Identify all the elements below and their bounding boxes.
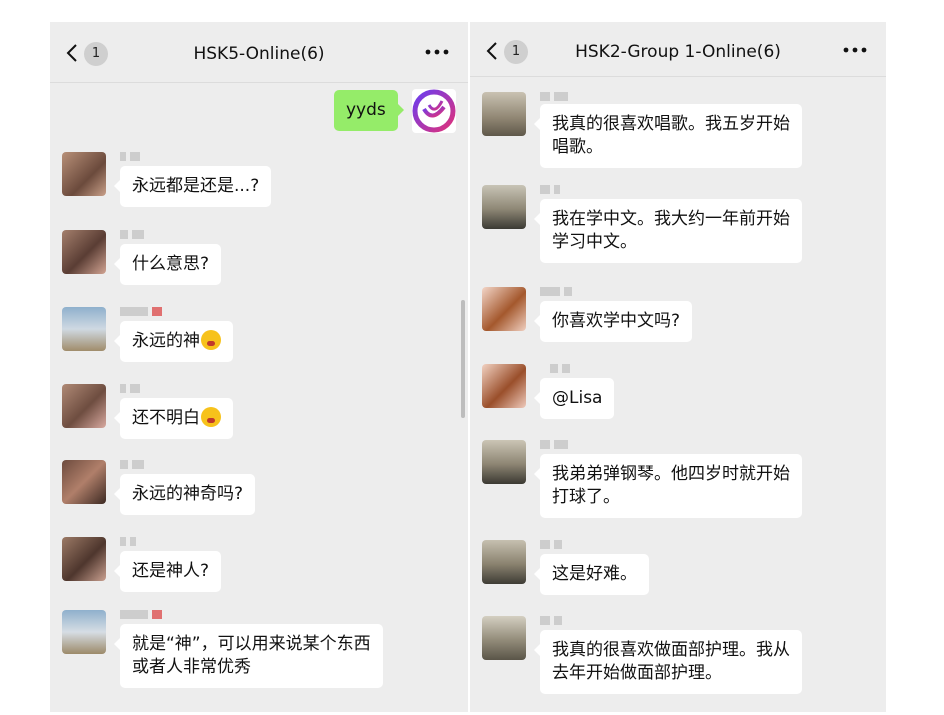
message-bubble[interactable]: 我弟弟弹钢琴。他四岁时就开始 打球了。 xyxy=(534,454,802,518)
avatar-photo[interactable] xyxy=(62,610,106,654)
message-bubble[interactable]: 永远都是还是...? xyxy=(113,166,272,207)
chat-panel-right: 1 HSK2-Group 1-Online(6) 我真的很喜欢唱歌。我五岁开始 … xyxy=(470,22,886,712)
message-text: @Lisa xyxy=(552,388,603,408)
message-text: yyds xyxy=(346,100,386,120)
message-bubble[interactable]: 还不明白 xyxy=(114,398,233,439)
back-chevron-icon xyxy=(486,42,497,60)
sender-name xyxy=(120,537,164,546)
avatar-photo[interactable] xyxy=(482,92,526,136)
chat-title: HSK5-Online(6) xyxy=(193,44,325,64)
avatar-photo[interactable] xyxy=(62,307,106,351)
more-options-icon[interactable] xyxy=(424,42,450,62)
message-text: 永远的神奇吗? xyxy=(132,484,244,504)
message-bubble[interactable]: 我真的很喜欢做面部护理。我从 去年开始做面部护理。 xyxy=(534,630,802,694)
message-bubble[interactable]: 什么意思? xyxy=(113,244,222,285)
message-bubble[interactable]: 永远的神 xyxy=(114,321,233,362)
more-options-icon[interactable] xyxy=(842,40,868,60)
message-text: 我真的很喜欢唱歌。我五岁开始 唱歌。 xyxy=(552,114,790,157)
outgoing-message-bubble[interactable]: yyds xyxy=(334,90,404,131)
message-text: 还是神人? xyxy=(132,561,210,581)
avatar-photo[interactable] xyxy=(62,460,106,504)
sender-name xyxy=(120,307,164,316)
scrollbar[interactable] xyxy=(461,300,465,418)
sender-name xyxy=(120,230,164,239)
sender-name xyxy=(120,610,164,619)
sender-name xyxy=(540,92,584,101)
avatar-photo[interactable] xyxy=(482,616,526,660)
unread-badge: 1 xyxy=(504,40,528,64)
chat-header: 1 HSK5-Online(6) xyxy=(50,22,468,83)
message-bubble[interactable]: 这是好难。 xyxy=(534,554,649,595)
avatar-photo[interactable] xyxy=(482,364,526,408)
message-text: 我真的很喜欢做面部护理。我从 去年开始做面部护理。 xyxy=(552,640,790,683)
message-text: 就是“神”，可以用来说某个东西 或者人非常优秀 xyxy=(132,634,371,677)
surprised-face-emoji xyxy=(201,330,221,350)
message-bubble[interactable]: @Lisa xyxy=(533,378,615,419)
message-text: 你喜欢学中文吗? xyxy=(552,311,681,331)
sender-name xyxy=(540,540,584,549)
sender-name xyxy=(120,152,164,161)
avatar-photo[interactable] xyxy=(62,384,106,428)
back-button[interactable]: 1 xyxy=(62,40,110,68)
message-text: 永远都是还是...? xyxy=(132,176,260,196)
message-text: 这是好难。 xyxy=(552,564,637,584)
avatar-photo[interactable] xyxy=(62,230,106,274)
gradient-logo-avatar[interactable] xyxy=(412,89,456,133)
avatar-photo[interactable] xyxy=(62,537,106,581)
message-text: 我弟弟弹钢琴。他四岁时就开始 打球了。 xyxy=(552,464,790,507)
message-text: 永远的神 xyxy=(132,331,200,351)
sender-name xyxy=(120,384,164,393)
sender-name xyxy=(540,616,584,625)
back-chevron-icon xyxy=(66,44,77,62)
message-bubble[interactable]: 还是神人? xyxy=(113,551,222,592)
sender-name xyxy=(540,185,584,194)
back-button[interactable]: 1 xyxy=(482,38,530,66)
chat-title: HSK2-Group 1-Online(6) xyxy=(575,42,781,62)
message-bubble[interactable]: 你喜欢学中文吗? xyxy=(533,301,693,342)
message-text: 什么意思? xyxy=(132,254,210,274)
sender-name xyxy=(540,440,584,449)
avatar-photo[interactable] xyxy=(482,440,526,484)
sender-name xyxy=(120,460,164,469)
laughing-crying-emoji xyxy=(201,407,221,427)
message-bubble[interactable]: 我在学中文。我大约一年前开始 学习中文。 xyxy=(534,199,802,263)
avatar-photo[interactable] xyxy=(482,540,526,584)
message-text: 我在学中文。我大约一年前开始 学习中文。 xyxy=(552,209,790,252)
avatar-photo[interactable] xyxy=(482,287,526,331)
message-text: 还不明白 xyxy=(132,408,200,428)
avatar-photo[interactable] xyxy=(482,185,526,229)
chat-header: 1 HSK2-Group 1-Online(6) xyxy=(470,22,886,77)
sender-name xyxy=(540,287,584,296)
message-bubble[interactable]: 就是“神”，可以用来说某个东西 或者人非常优秀 xyxy=(114,624,383,688)
chat-panel-left: 1 HSK5-Online(6) yyds 永远都是还是...? 什么意思? 永… xyxy=(50,22,468,712)
gradient-logo-icon xyxy=(412,89,456,133)
avatar-photo[interactable] xyxy=(62,152,106,196)
message-bubble[interactable]: 永远的神奇吗? xyxy=(113,474,256,515)
unread-badge: 1 xyxy=(84,42,108,66)
message-bubble[interactable]: 我真的很喜欢唱歌。我五岁开始 唱歌。 xyxy=(534,104,802,168)
sender-name xyxy=(540,364,584,373)
